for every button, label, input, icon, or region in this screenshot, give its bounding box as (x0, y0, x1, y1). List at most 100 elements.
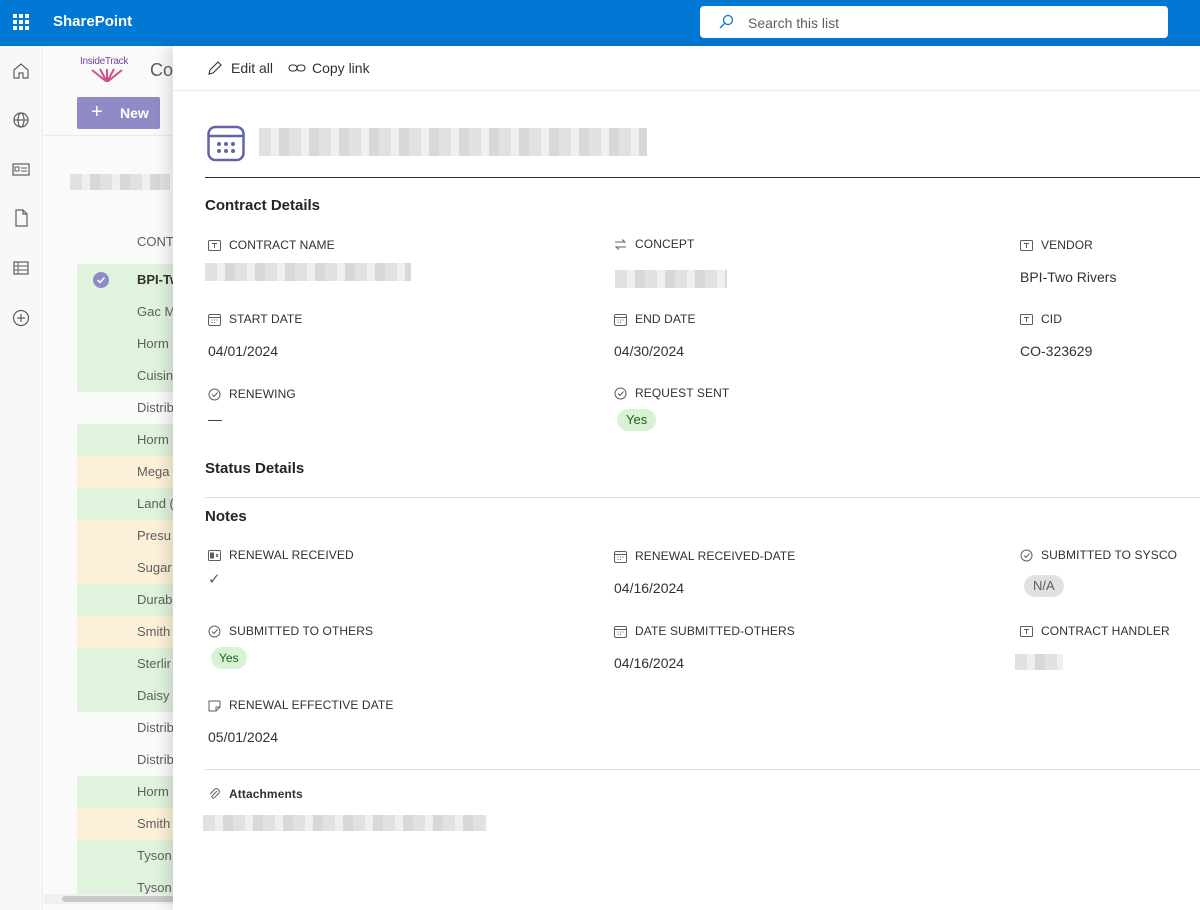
list-item[interactable]: Distrib (77, 744, 184, 776)
list-item[interactable]: Distrib (77, 392, 184, 424)
edit-all-label: Edit all (231, 60, 274, 76)
section-divider (205, 769, 1200, 770)
calendar-small-icon (614, 626, 627, 638)
text-field-icon (1020, 314, 1033, 325)
list-item-label: Tyson (137, 848, 172, 863)
list-item[interactable]: Smith (77, 808, 184, 840)
background-list: InsideTrack Co + New CONT BPI-Tw Gac M Hor… (44, 46, 184, 910)
selected-check-icon[interactable] (93, 272, 109, 288)
globe-icon[interactable] (11, 110, 31, 130)
calendar-small-icon (614, 551, 627, 563)
list-item-label: Presu (137, 528, 171, 543)
list-item-label: Distrib (137, 752, 174, 767)
list-item-label: Horm (137, 784, 169, 799)
plus-icon: + (91, 101, 103, 123)
search-icon (719, 14, 734, 29)
horizontal-scrollbar[interactable] (44, 894, 184, 904)
field-label: DATE SUBMITTED-OTHERS (635, 624, 795, 638)
list-item-label: Mega (137, 464, 170, 479)
note-icon (208, 700, 221, 712)
list-item[interactable]: Sterlir (77, 648, 184, 680)
calendar-small-icon (208, 314, 221, 326)
site-logo[interactable]: InsideTrack (80, 56, 134, 84)
check-circle-icon (1020, 549, 1033, 562)
paperclip-icon (209, 788, 220, 799)
list-item[interactable]: Horm (77, 328, 184, 360)
list-icon[interactable] (11, 258, 31, 278)
field-value: 04/30/2024 (614, 343, 685, 359)
redacted-contract-handler (1015, 654, 1063, 670)
logo-rays-icon (91, 68, 123, 82)
list-item[interactable]: BPI-Tw (77, 264, 184, 296)
field-label: SUBMITTED TO SYSCO (1041, 548, 1178, 562)
yes-no-field-icon (208, 550, 221, 561)
suite-bar: SharePoint Search this list (0, 0, 1200, 46)
edit-all-button[interactable]: Edit all (207, 58, 287, 80)
field-value: 04/16/2024 (614, 580, 685, 596)
text-field-icon (1020, 626, 1033, 637)
list-item[interactable]: Durab (77, 584, 184, 616)
list-item[interactable]: Horm (77, 776, 184, 808)
attachments-label: Attachments (229, 787, 303, 801)
status-badge-yes: Yes (617, 409, 657, 431)
list-item[interactable]: Distrib (77, 712, 184, 744)
site-title[interactable]: Co (150, 60, 173, 81)
field-value: 05/01/2024 (208, 729, 279, 745)
search-input[interactable]: Search this list (748, 15, 839, 31)
field-label: RENEWAL EFFECTIVE DATE (229, 698, 394, 712)
section-status-details: Status Details (205, 460, 305, 477)
list-item-label: Daisy (137, 688, 170, 703)
scrollbar-thumb[interactable] (62, 896, 184, 902)
list-item-label: Horm (137, 336, 169, 351)
field-label: VENDOR (1041, 238, 1093, 252)
logo-text: InsideTrack (80, 56, 129, 67)
list-item[interactable]: Cuisin (77, 360, 184, 392)
list-item-label: Sterlir (137, 656, 171, 671)
link-icon (288, 64, 306, 72)
section-divider (205, 497, 1200, 498)
redacted-attachment[interactable] (203, 815, 487, 831)
list-item-label: Durab (137, 592, 173, 607)
status-badge-yes: Yes (211, 647, 247, 669)
section-notes: Notes (205, 508, 247, 525)
app-launcher-icon[interactable] (13, 14, 29, 30)
field-label: RENEWAL RECEIVED (229, 548, 354, 562)
search-box[interactable]: Search this list (700, 6, 1168, 38)
redacted-contract-name (205, 263, 411, 281)
list-item[interactable]: Land ( (77, 488, 184, 520)
field-label: SUBMITTED TO OTHERS (229, 624, 374, 638)
add-circle-icon[interactable] (11, 308, 31, 328)
check-circle-icon (208, 388, 221, 401)
new-button-label: New (120, 105, 149, 121)
text-field-icon (208, 240, 221, 251)
copy-link-button[interactable]: Copy link (288, 58, 378, 80)
field-label: END DATE (635, 312, 696, 326)
list-item[interactable]: Horm (77, 424, 184, 456)
app-name[interactable]: SharePoint (53, 13, 132, 30)
news-icon[interactable] (11, 159, 31, 179)
list-item[interactable]: Smith (77, 616, 184, 648)
home-icon[interactable] (11, 61, 31, 81)
list-item-label: Land ( (137, 496, 174, 511)
document-icon[interactable] (11, 208, 31, 228)
check-circle-icon (614, 387, 627, 400)
field-value: BPI-Two Rivers (1020, 269, 1117, 285)
column-header-contract[interactable]: CONT (137, 234, 174, 249)
list-item[interactable]: Sugar (77, 552, 184, 584)
field-label: CONTRACT HANDLER (1041, 624, 1170, 638)
list-item[interactable]: Tyson (77, 840, 184, 872)
field-label: CID (1041, 312, 1062, 326)
list-item[interactable]: Mega (77, 456, 184, 488)
field-label: START DATE (229, 312, 303, 326)
new-button[interactable]: + New (77, 97, 160, 129)
list-item[interactable]: Presu (77, 520, 184, 552)
field-value: — (208, 411, 222, 427)
list-item[interactable]: Gac M (77, 296, 184, 328)
list-item-label: Distrib (137, 720, 174, 735)
field-value: 04/01/2024 (208, 343, 279, 359)
field-value: 04/16/2024 (614, 655, 685, 671)
list-item-label: Gac M (137, 304, 176, 319)
list-item[interactable]: Daisy (77, 680, 184, 712)
app-rail (0, 46, 43, 910)
list-item-label: Smith (137, 816, 171, 831)
